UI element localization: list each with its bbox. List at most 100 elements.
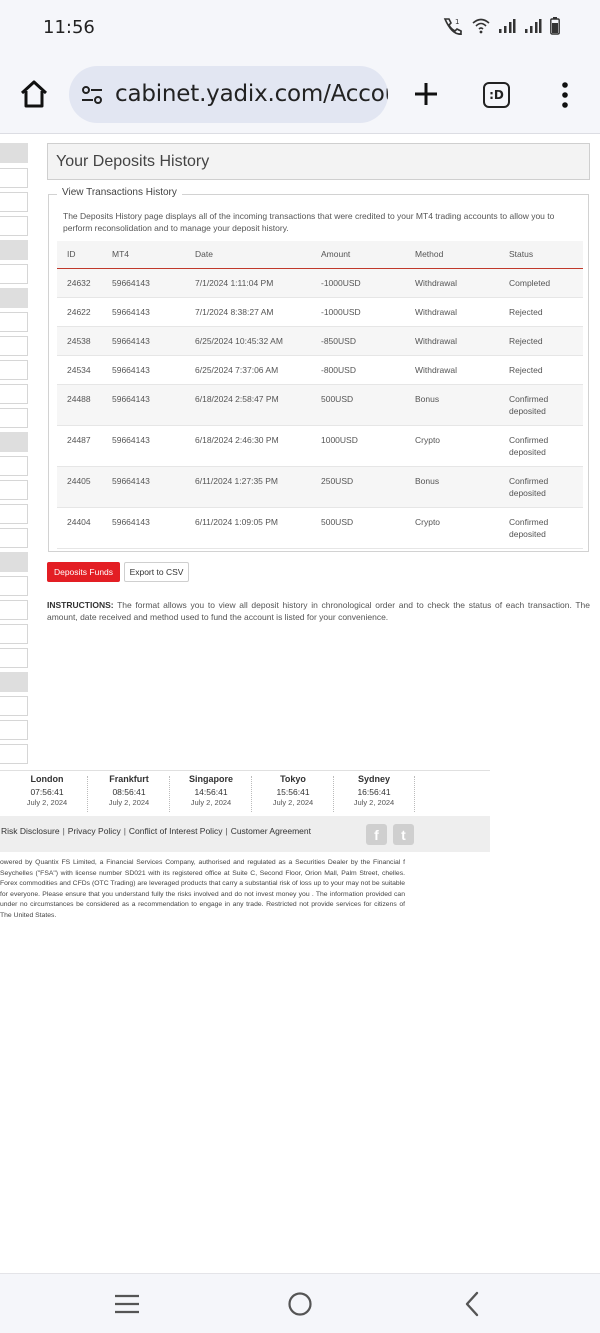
cell-date: 6/25/2024 10:45:32 AM bbox=[185, 326, 311, 356]
customer-agreement-link[interactable]: Customer Agreement bbox=[231, 826, 311, 836]
browser-toolbar: cabinet.yadix.com/Accou :D bbox=[0, 56, 600, 134]
sidebar-cell[interactable] bbox=[0, 360, 28, 380]
clock-city: Singapore bbox=[188, 774, 233, 784]
home-icon[interactable] bbox=[18, 78, 50, 110]
cell-amount: 1000USD bbox=[311, 425, 405, 467]
sidebar-cell[interactable] bbox=[0, 264, 28, 284]
clock-time: 14:56:41 bbox=[194, 787, 228, 797]
cell-mt4: 59664143 bbox=[102, 326, 185, 356]
cell-date: 7/1/2024 1:11:04 PM bbox=[185, 268, 311, 298]
clock-frankfurt: Frankfurt 08:56:41 July 2, 2024 bbox=[88, 774, 170, 812]
signal-icon-2 bbox=[525, 19, 542, 33]
cell-mt4: 59664143 bbox=[102, 268, 185, 298]
footer-link-list: Risk Disclosure | Privacy Policy | Conflict … bbox=[1, 826, 312, 836]
main-content: Your Deposits History View Transactions … bbox=[47, 143, 590, 622]
sidebar-cell[interactable] bbox=[0, 192, 28, 212]
table-row: 24632 59664143 7/1/2024 1:11:04 PM -1000… bbox=[57, 268, 583, 298]
sidebar-cell[interactable] bbox=[0, 648, 28, 668]
sidebar-cell[interactable] bbox=[0, 480, 28, 500]
sidebar-cell[interactable] bbox=[0, 528, 28, 548]
cell-date: 7/1/2024 8:38:27 AM bbox=[185, 297, 311, 327]
table-row: 24622 59664143 7/1/2024 8:38:27 AM -1000… bbox=[57, 297, 583, 327]
clock-sydney: Sydney 16:56:41 July 2, 2024 bbox=[333, 774, 415, 812]
new-tab-icon[interactable] bbox=[410, 78, 442, 110]
sidebar-cell[interactable] bbox=[0, 744, 28, 764]
table-row: 24534 59664143 6/25/2024 7:37:06 AM -800… bbox=[57, 355, 583, 385]
cell-amount: -850USD bbox=[311, 326, 405, 356]
cell-status: Rejected bbox=[499, 297, 583, 327]
svg-text:2: 2 bbox=[458, 29, 462, 36]
status-time: 11:56 bbox=[43, 17, 95, 38]
facebook-icon[interactable]: f bbox=[366, 824, 387, 845]
export-csv-button[interactable]: Export to CSV bbox=[124, 562, 189, 582]
status-bar: 11:56 1 2 bbox=[0, 0, 600, 56]
table-row: 24538 59664143 6/25/2024 10:45:32 AM -85… bbox=[57, 326, 583, 356]
sidebar-cell[interactable] bbox=[0, 408, 28, 428]
column-header-method: Method bbox=[405, 241, 499, 269]
sidebar-cell[interactable] bbox=[0, 720, 28, 740]
status-icons: 1 2 bbox=[442, 16, 560, 36]
column-header-date: Date bbox=[185, 241, 311, 269]
cell-date: 6/18/2024 2:58:47 PM bbox=[185, 384, 311, 426]
cell-id: 24404 bbox=[57, 507, 102, 549]
section-legend: View Transactions History bbox=[57, 187, 182, 198]
url-text: cabinet.yadix.com/Accou bbox=[115, 81, 388, 107]
svg-text:1: 1 bbox=[455, 18, 459, 26]
sidebar-cell[interactable] bbox=[0, 576, 28, 596]
recent-apps-icon[interactable] bbox=[114, 1293, 140, 1315]
cell-mt4: 59664143 bbox=[102, 297, 185, 327]
more-menu-icon[interactable] bbox=[555, 80, 575, 110]
privacy-policy-link[interactable]: Privacy Policy bbox=[68, 826, 121, 836]
page-title: Your Deposits History bbox=[47, 143, 590, 180]
deposit-funds-button[interactable]: Deposits Funds bbox=[47, 562, 120, 582]
cell-amount: -800USD bbox=[311, 355, 405, 385]
risk-disclosure-link[interactable]: Risk Disclosure bbox=[1, 826, 60, 836]
instructions-body: The format allows you to view all deposi… bbox=[47, 600, 590, 622]
clock-date: July 2, 2024 bbox=[26, 798, 68, 807]
cell-status: Rejected bbox=[499, 355, 583, 385]
cell-id: 24622 bbox=[57, 297, 102, 327]
cell-status: Completed bbox=[499, 268, 583, 298]
cell-mt4: 59664143 bbox=[102, 466, 185, 508]
sidebar-cell[interactable] bbox=[0, 312, 28, 332]
sidebar-cell[interactable] bbox=[0, 336, 28, 356]
column-header-status: Status bbox=[499, 241, 583, 269]
url-bar[interactable]: cabinet.yadix.com/Accou bbox=[69, 66, 388, 123]
conflict-of-interest-link[interactable]: Conflict of Interest Policy bbox=[129, 826, 223, 836]
cell-mt4: 59664143 bbox=[102, 384, 185, 426]
site-settings-icon[interactable] bbox=[80, 83, 104, 107]
clock-city: Tokyo bbox=[280, 774, 306, 784]
cell-id: 24488 bbox=[57, 384, 102, 426]
action-buttons: Deposits Funds Export to CSV bbox=[47, 562, 189, 582]
cell-method: Bonus bbox=[405, 384, 499, 426]
sidebar-cell bbox=[0, 552, 28, 572]
cell-method: Bonus bbox=[405, 466, 499, 508]
back-icon[interactable] bbox=[462, 1291, 482, 1317]
sidebar-cell bbox=[0, 143, 28, 163]
sidebar-cell[interactable] bbox=[0, 600, 28, 620]
legal-disclaimer: owered by Quantix FS Limited, a Financia… bbox=[0, 859, 405, 919]
clock-date: July 2, 2024 bbox=[353, 798, 395, 807]
home-nav-icon[interactable] bbox=[287, 1291, 313, 1317]
sidebar-cell[interactable] bbox=[0, 624, 28, 644]
sidebar-cell[interactable] bbox=[0, 216, 28, 236]
cell-method: Withdrawal bbox=[405, 326, 499, 356]
clock-city: Sydney bbox=[357, 774, 390, 784]
sidebar-cell bbox=[0, 672, 28, 692]
sidebar-cell[interactable] bbox=[0, 456, 28, 476]
sidebar-cell[interactable] bbox=[0, 696, 28, 716]
sidebar-cell[interactable] bbox=[0, 168, 28, 188]
instructions-label: INSTRUCTIONS: bbox=[47, 600, 114, 610]
sidebar-cell[interactable] bbox=[0, 504, 28, 524]
system-nav-bar bbox=[0, 1273, 600, 1333]
tab-switcher-button[interactable]: :D bbox=[483, 82, 510, 108]
cell-status: Confirmed deposited bbox=[499, 425, 583, 467]
battery-icon bbox=[550, 17, 560, 35]
cell-id: 24487 bbox=[57, 425, 102, 467]
twitter-icon[interactable]: t bbox=[393, 824, 414, 845]
cell-id: 24534 bbox=[57, 355, 102, 385]
table-row: 24404 59664143 6/11/2024 1:09:05 PM 500U… bbox=[57, 507, 583, 549]
sidebar-cell[interactable] bbox=[0, 384, 28, 404]
sidebar-cell bbox=[0, 240, 28, 260]
cell-date: 6/18/2024 2:46:30 PM bbox=[185, 425, 311, 467]
